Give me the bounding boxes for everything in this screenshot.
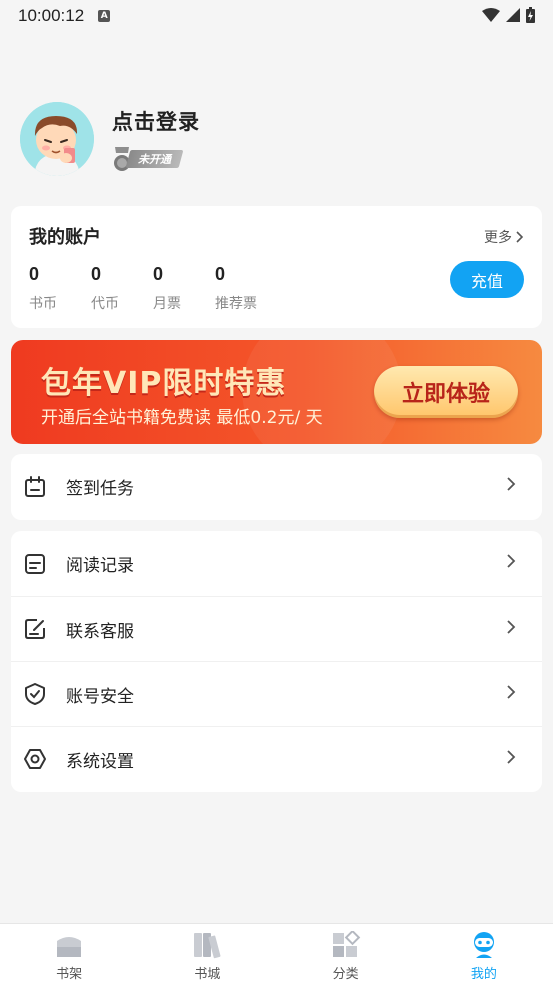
nav-label: 分类 bbox=[332, 967, 359, 982]
menu-item-system-settings[interactable]: 系统设置 bbox=[11, 726, 542, 791]
vip-status-tag: 未开通 bbox=[125, 150, 184, 168]
stat-tokens[interactable]: 0 代币 bbox=[91, 264, 153, 313]
chevron-right-icon bbox=[516, 231, 524, 243]
stat-value: 0 bbox=[153, 264, 164, 284]
chevron-right-icon bbox=[507, 620, 516, 634]
chevron-right-icon bbox=[507, 685, 516, 699]
document-icon bbox=[24, 553, 46, 575]
calendar-icon bbox=[24, 475, 46, 498]
signal-icon bbox=[506, 8, 520, 22]
stat-value: 0 bbox=[91, 264, 102, 284]
account-stats: 0 书币 0 代币 0 月票 0 推荐票 bbox=[29, 264, 277, 313]
avatar[interactable] bbox=[20, 102, 94, 176]
nav-label: 书架 bbox=[56, 967, 83, 982]
status-time: 10:00:12 bbox=[18, 6, 85, 25]
account-more-link[interactable]: 更多 bbox=[484, 227, 524, 247]
stat-label: 代币 bbox=[91, 296, 119, 312]
profile-icon bbox=[473, 932, 494, 958]
bottom-nav: 书架 书城 分类 我的 bbox=[0, 923, 553, 984]
menu-item-checkin[interactable]: 签到任务 bbox=[11, 454, 542, 519]
menu-item-label: 阅读记录 bbox=[66, 556, 134, 576]
more-label: 更多 bbox=[484, 230, 512, 246]
hexagon-settings-icon bbox=[24, 748, 46, 770]
stat-label: 推荐票 bbox=[215, 296, 257, 312]
nav-label: 我的 bbox=[470, 967, 497, 982]
stat-recommend-tickets[interactable]: 0 推荐票 bbox=[215, 264, 277, 313]
vip-promo-banner[interactable]: 包年VIP限时特惠 开通后全站书籍免费读 最低0.2元/ 天 立即体验 bbox=[11, 340, 542, 444]
profile-header[interactable]: 点击登录 未开通 bbox=[20, 102, 200, 176]
status-bar: 10:00:12 A bbox=[0, 0, 553, 32]
notification-a-icon: A bbox=[98, 10, 111, 22]
nav-tab-bookshelf[interactable]: 书架 bbox=[0, 924, 138, 984]
stat-book-coins[interactable]: 0 书币 bbox=[29, 264, 91, 313]
bookshelf-icon bbox=[57, 937, 82, 957]
wifi-icon bbox=[482, 8, 500, 22]
stat-label: 书币 bbox=[29, 296, 57, 312]
menu-item-label: 联系客服 bbox=[66, 621, 134, 642]
banner-subtitle: 开通后全站书籍免费读 最低0.2元/ 天 bbox=[41, 408, 323, 428]
account-card: 我的账户 更多 0 书币 0 代币 0 月票 0 推荐票 充值 bbox=[11, 206, 542, 328]
menu-item-account-security[interactable]: 账号安全 bbox=[11, 661, 542, 726]
menu-item-label: 账号安全 bbox=[66, 686, 134, 707]
status-icons bbox=[482, 7, 535, 23]
checkin-card: 签到任务 bbox=[11, 454, 542, 520]
chevron-right-icon bbox=[507, 477, 516, 491]
category-icon bbox=[332, 931, 360, 957]
account-title: 我的账户 bbox=[29, 227, 101, 248]
login-prompt[interactable]: 点击登录 bbox=[112, 106, 200, 136]
stat-label: 月票 bbox=[153, 296, 181, 312]
nav-tab-profile[interactable]: 我的 bbox=[415, 924, 553, 984]
vip-status-label: 未开通 bbox=[138, 153, 171, 166]
menu-item-label: 签到任务 bbox=[66, 479, 134, 499]
nav-label: 书城 bbox=[194, 967, 221, 982]
nav-tab-category[interactable]: 分类 bbox=[277, 924, 415, 984]
nav-tab-bookstore[interactable]: 书城 bbox=[138, 924, 276, 984]
bookstore-icon bbox=[194, 933, 221, 959]
banner-title: 包年VIP限时特惠 bbox=[41, 366, 287, 401]
try-now-button[interactable]: 立即体验 bbox=[374, 366, 518, 418]
stat-value: 0 bbox=[215, 264, 226, 284]
menu-item-customer-service[interactable]: 联系客服 bbox=[11, 596, 542, 661]
shield-check-icon bbox=[24, 683, 46, 705]
avatar-illustration-icon bbox=[20, 102, 94, 176]
stat-value: 0 bbox=[29, 264, 40, 284]
recharge-button[interactable]: 充值 bbox=[450, 261, 524, 298]
menu-card: 阅读记录 联系客服 账号安全 系统设置 bbox=[11, 531, 542, 792]
chevron-right-icon bbox=[507, 750, 516, 764]
battery-icon bbox=[526, 7, 535, 23]
chevron-right-icon bbox=[507, 554, 516, 568]
stat-monthly-tickets[interactable]: 0 月票 bbox=[153, 264, 215, 313]
menu-item-reading-history[interactable]: 阅读记录 bbox=[11, 531, 542, 596]
vip-badge: 未开通 bbox=[112, 146, 200, 172]
menu-item-label: 系统设置 bbox=[66, 751, 134, 772]
edit-icon bbox=[24, 618, 46, 640]
